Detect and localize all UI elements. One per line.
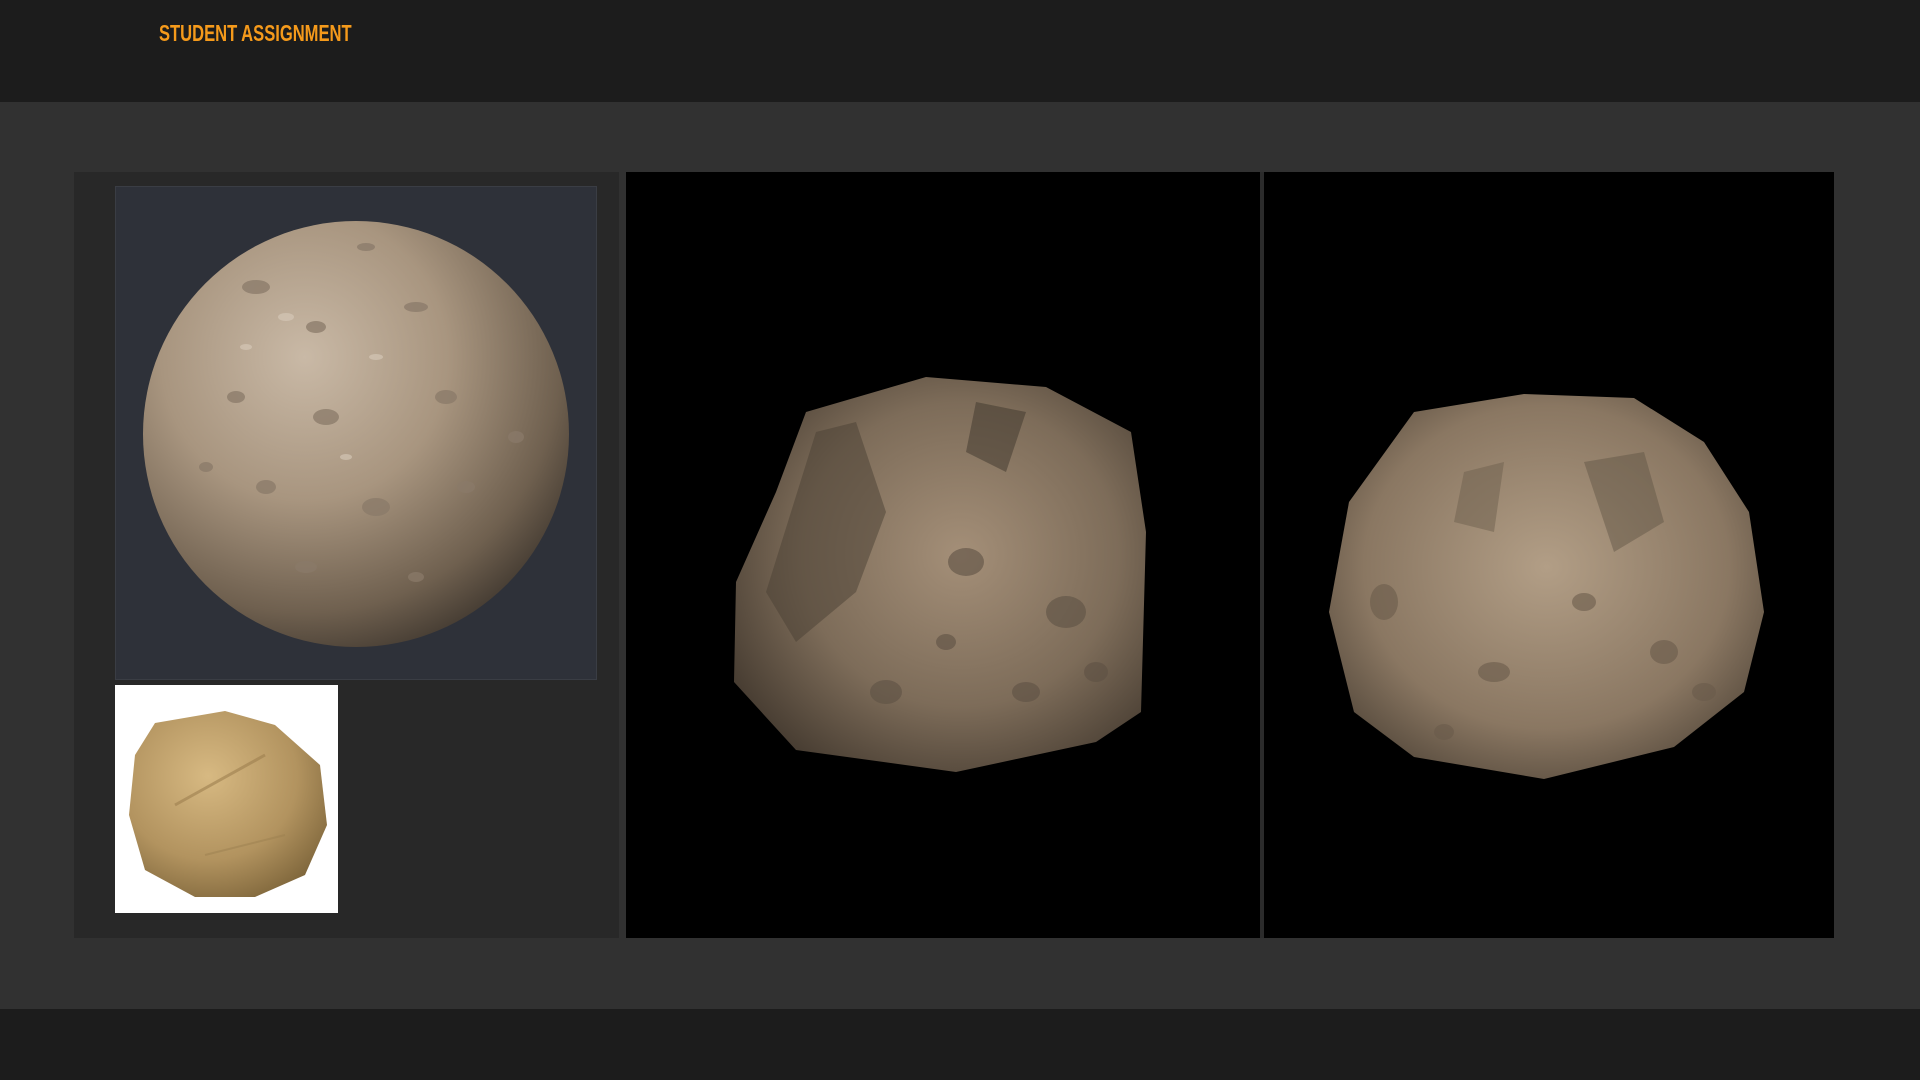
material-sphere-image	[143, 221, 569, 647]
rock-render-2-image	[1329, 394, 1764, 779]
material-sphere-preview[interactable]	[115, 186, 597, 680]
bottom-bar	[0, 1009, 1920, 1080]
reference-photo-rock[interactable]	[115, 685, 338, 913]
page-title: STUDENT ASSIGNMENT	[159, 20, 352, 46]
rock-render-angle-2[interactable]	[1264, 172, 1834, 938]
reference-rock-image	[129, 711, 327, 897]
top-bar: STUDENT ASSIGNMENT	[0, 0, 1920, 102]
rock-render-1-image	[734, 377, 1146, 772]
rock-render-angle-1[interactable]	[626, 172, 1260, 938]
